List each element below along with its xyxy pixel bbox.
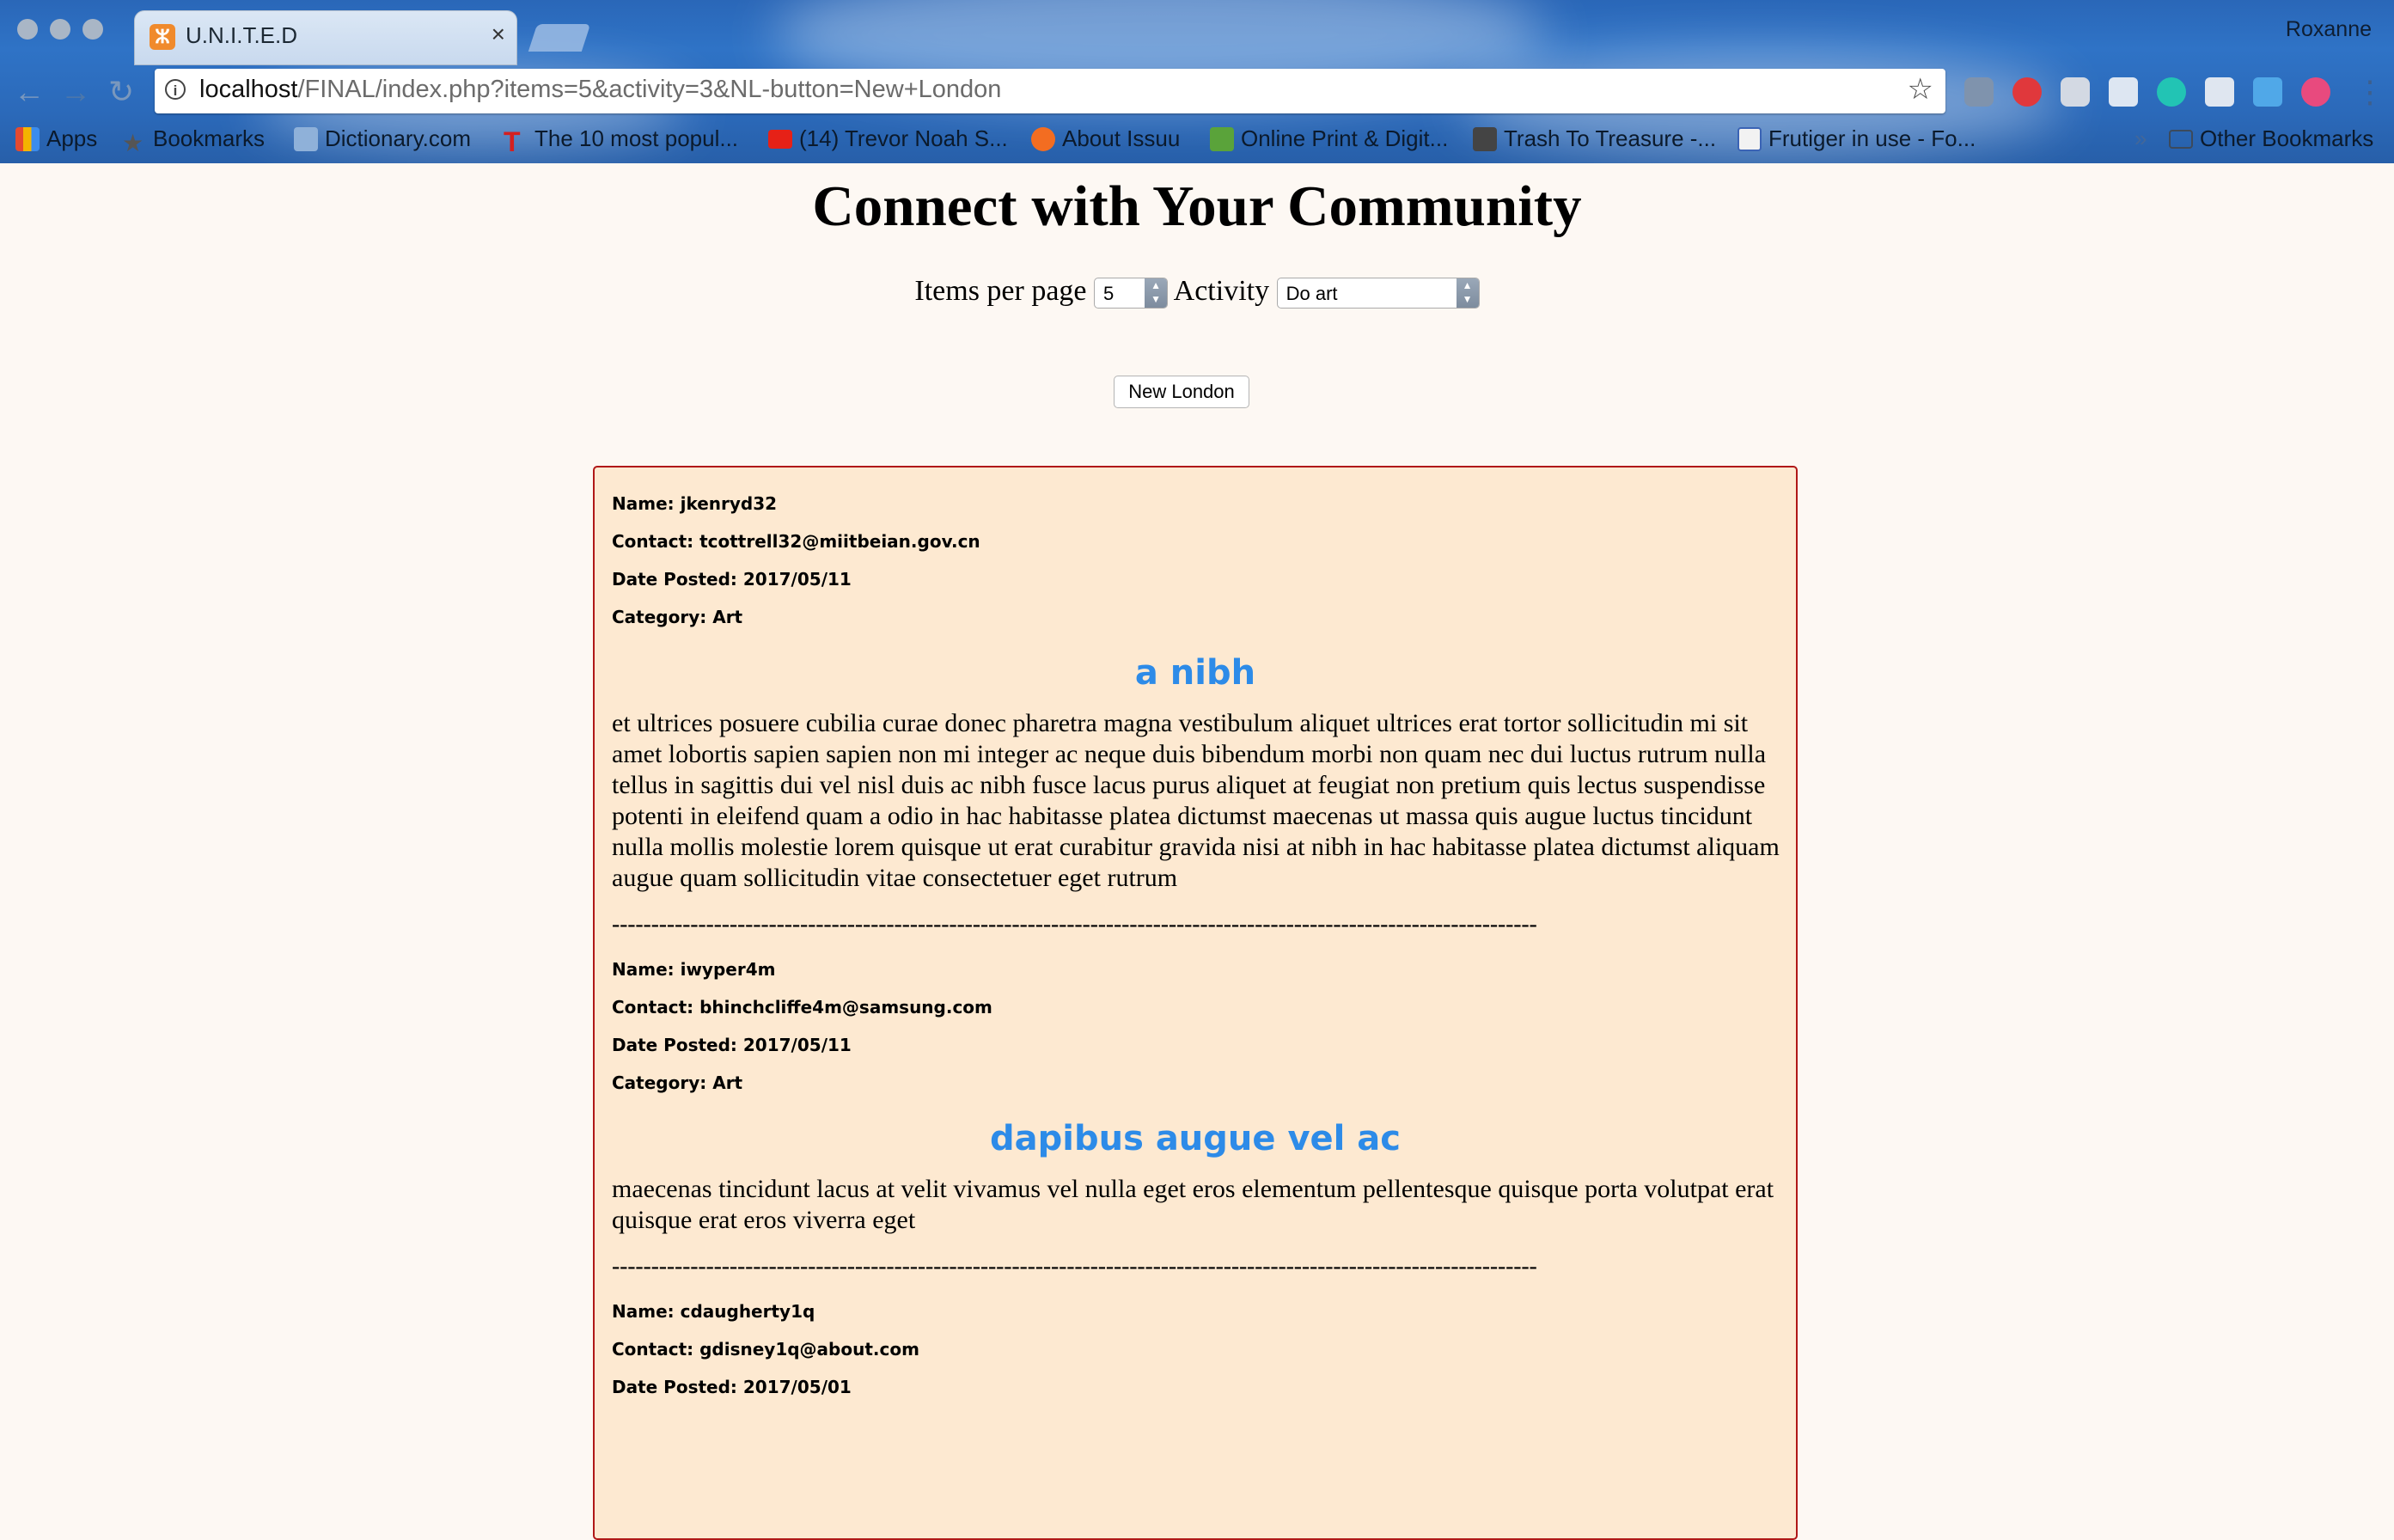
pocket-extension-icon[interactable] (1964, 77, 1994, 107)
post: Name: jkenryd32 Contact: tcottrell32@mii… (595, 485, 1796, 938)
post-contact: Contact: tcottrell32@miitbeian.gov.cn (612, 531, 980, 552)
adblock-extension-icon[interactable] (2012, 77, 2042, 107)
t-logo-icon: T (504, 126, 521, 157)
title-bar: ⵣ U.N.I.T.E.D × Roxanne (0, 0, 2394, 65)
apps-grid-icon (15, 127, 40, 151)
post-date: Date Posted: 2017/05/11 (612, 569, 852, 590)
menu-kebab-icon[interactable]: ⋮ (2354, 74, 2385, 110)
post-contact: Contact: gdisney1q@about.com (612, 1339, 919, 1360)
url-text[interactable]: localhost/FINAL/index.php?items=5&activi… (199, 76, 1001, 104)
bookmark-label: The 10 most popul... (534, 125, 739, 151)
bookmarks-overflow-icon[interactable]: » (2134, 125, 2147, 152)
other-bookmarks-folder[interactable]: Other Bookmarks (2169, 125, 2373, 152)
bookmark-label: Bookmarks (153, 125, 266, 151)
layers-extension-icon[interactable] (2253, 77, 2282, 107)
bookmark-label: Dictionary.com (325, 125, 472, 151)
tab-title: U.N.I.T.E.D (186, 22, 298, 48)
activity-select[interactable]: Do art ▲ ▼ (1276, 278, 1480, 309)
folder-icon (2169, 130, 2193, 149)
new-tab-button[interactable] (528, 24, 591, 52)
t-extension-icon[interactable] (2301, 77, 2330, 107)
bookmarks-bar: Apps ★ Bookmarks Dictionary.com T The 10 m… (0, 120, 2394, 163)
reload-icon[interactable]: ↻ (108, 74, 134, 110)
drive-extension-icon[interactable] (2205, 77, 2234, 107)
post-date: Date Posted: 2017/05/11 (612, 1035, 852, 1055)
fonts-in-use-icon (1737, 127, 1762, 151)
xampp-favicon-icon: ⵣ (150, 24, 175, 50)
star-icon: ★ (122, 130, 144, 156)
minimize-window-button[interactable] (50, 19, 70, 40)
bookmark-apps[interactable]: Apps (15, 125, 97, 152)
bookmark-label: Frutiger in use - Fo... (1768, 125, 1976, 151)
forward-arrow-icon[interactable]: → (60, 74, 91, 110)
activity-value: Do art (1286, 283, 1338, 305)
bookmark-dictionary[interactable]: Dictionary.com (294, 125, 471, 152)
items-per-page-label: Items per page (914, 275, 1087, 307)
posts-container: Name: jkenryd32 Contact: tcottrell32@mii… (593, 466, 1798, 1540)
bookmark-trash-treasure[interactable]: Trash To Treasure -... (1473, 125, 1716, 152)
url-path: /FINAL/index.php?items=5&activity=3&NL-b… (297, 76, 1002, 103)
evernote-extension-icon[interactable] (2061, 77, 2090, 107)
post-separator: ----------------------------------------… (612, 1253, 1537, 1280)
post-title: a nibh (1134, 653, 1256, 693)
tab-close-icon[interactable]: × (492, 21, 505, 48)
page-title: Connect with Your Community (812, 174, 1582, 238)
bookmark-online-print[interactable]: Online Print & Digit... (1210, 125, 1448, 152)
bookmark-label: About Issuu (1062, 125, 1181, 151)
bookmark-label: Apps (46, 125, 98, 151)
bookmark-label: Trash To Treasure -... (1504, 125, 1717, 151)
bookmark-label: (14) Trevor Noah S... (799, 125, 1008, 151)
post-category: Category: Art (612, 607, 743, 627)
post-name: Name: jkenryd32 (612, 493, 778, 514)
bookmark-star-icon[interactable]: ☆ (1908, 72, 1933, 107)
dictionary-icon (294, 127, 318, 151)
post-name: Name: cdaugherty1q (612, 1301, 815, 1322)
select-arrows-icon: ▲ ▼ (1456, 278, 1479, 309)
browser-toolbar: ← → ↻ i localhost/FINAL/index.php?items=… (0, 65, 2394, 117)
tab-united[interactable]: ⵣ U.N.I.T.E.D × (134, 10, 517, 65)
activity-label: Activity (1173, 275, 1270, 307)
url-host: localhost (199, 76, 298, 103)
post-date: Date Posted: 2017/05/01 (612, 1377, 852, 1397)
items-per-page-value: 5 (1103, 283, 1115, 305)
post-body: et ultrices posuere cubilia curae donec … (612, 709, 1780, 892)
bookmark-label: Online Print & Digit... (1241, 125, 1449, 151)
post-title: dapibus augue vel ac (990, 1119, 1401, 1158)
back-arrow-icon[interactable]: ← (14, 74, 45, 110)
maximize-window-button[interactable] (82, 19, 103, 40)
trash-treasure-icon (1473, 127, 1497, 151)
bookmark-issuu[interactable]: About Issuu (1031, 125, 1180, 152)
print-icon (1210, 127, 1234, 151)
post-body: maecenas tincidunt lacus at velit vivamu… (612, 1175, 1774, 1234)
bookmark-label: Other Bookmarks (2200, 125, 2374, 151)
items-per-page-select[interactable]: 5 ▲ ▼ (1094, 278, 1169, 309)
post: Name: cdaugherty1q Contact: gdisney1q@ab… (595, 1292, 1796, 1406)
issuu-icon (1031, 127, 1055, 151)
bookmark-t-site[interactable]: T The 10 most popul... (504, 125, 739, 157)
info-icon[interactable]: i (165, 79, 186, 100)
bookmark-bookmarks[interactable]: ★ Bookmarks (122, 125, 265, 156)
mercury-extension-icon[interactable] (2157, 77, 2186, 107)
post-name: Name: iwyper4m (612, 959, 776, 980)
new-london-button[interactable]: New London (1114, 376, 1249, 408)
youtube-icon (768, 130, 792, 149)
post-contact: Contact: bhinchcliffe4m@samsung.com (612, 997, 992, 1018)
bookmark-fonts-in-use[interactable]: Frutiger in use - Fo... (1737, 125, 1976, 152)
close-window-button[interactable] (17, 19, 38, 40)
filter-controls: Items per page 5 ▲ ▼ Activity Do art ▲ ▼ (0, 275, 2394, 309)
bookmark-youtube[interactable]: (14) Trevor Noah S... (768, 125, 1008, 152)
post: Name: iwyper4m Contact: bhinchcliffe4m@s… (595, 950, 1796, 1280)
post-category: Category: Art (612, 1072, 743, 1093)
address-bar[interactable]: i localhost/FINAL/index.php?items=5&acti… (155, 69, 1945, 113)
select-arrows-icon: ▲ ▼ (1145, 278, 1168, 309)
post-separator: ----------------------------------------… (612, 911, 1537, 938)
dropbox-extension-icon[interactable] (2109, 77, 2138, 107)
page-content: Connect with Your Community Items per pa… (0, 163, 2394, 1540)
browser-chrome: ⵣ U.N.I.T.E.D × Roxanne ← → ↻ i localhos… (0, 0, 2394, 163)
profile-name[interactable]: Roxanne (2286, 17, 2372, 42)
